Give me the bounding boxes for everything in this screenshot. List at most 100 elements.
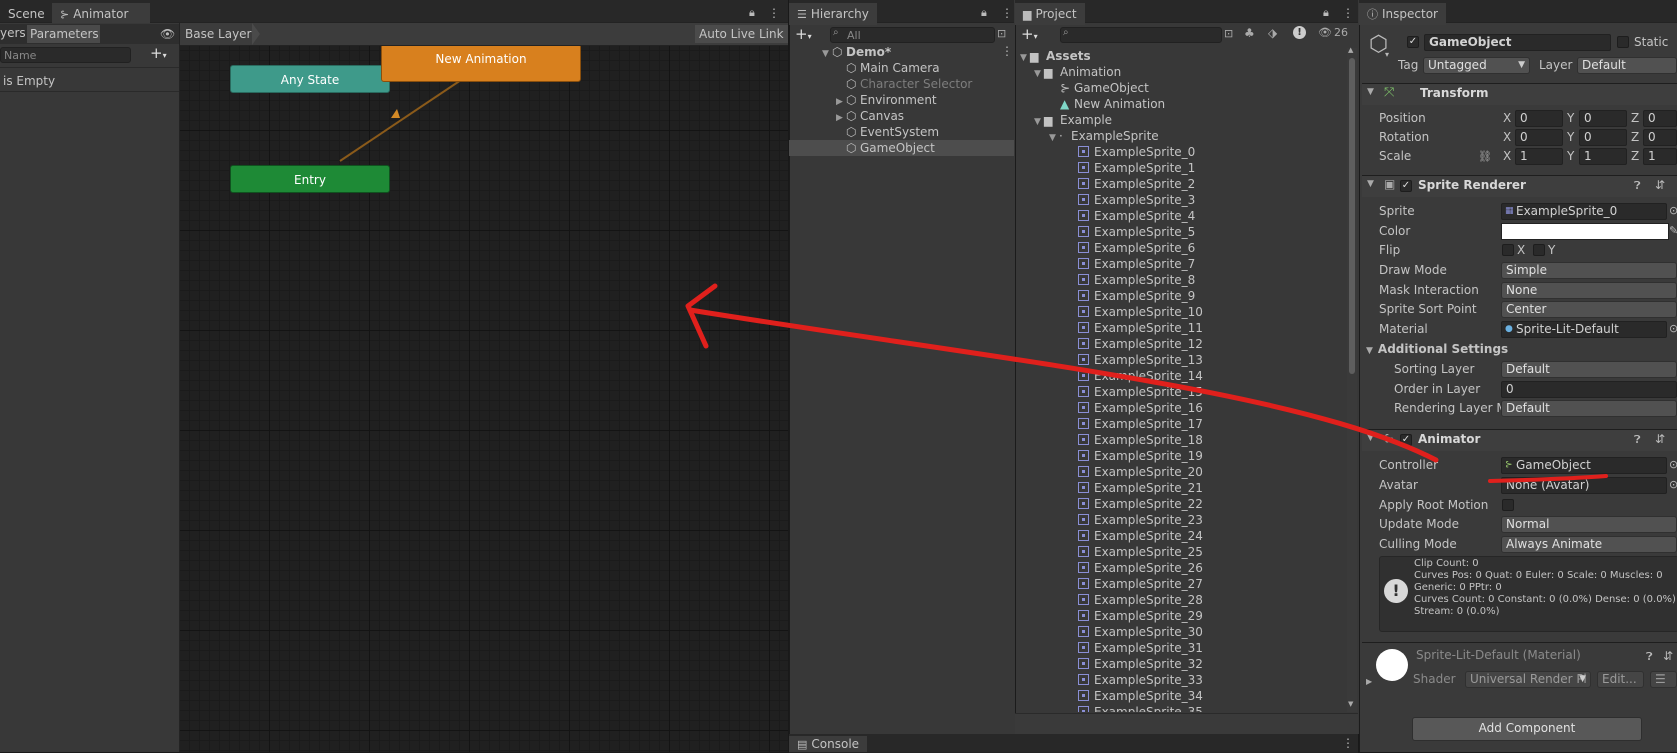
culling-mode-dropdown[interactable]: Always Animate [1501,536,1677,553]
scale-x-axis-label[interactable]: X [1503,149,1511,163]
position-x-axis-label[interactable]: X [1503,111,1511,125]
sprite-list-item[interactable]: ExampleSprite_13 [1015,352,1345,368]
transition-arrow[interactable] [180,46,788,752]
scale-x-field[interactable]: 1 [1515,148,1563,165]
sprite-list-item[interactable]: ExampleSprite_16 [1015,400,1345,416]
lock-icon[interactable]: 🔒︎ [1323,6,1329,20]
hierarchy-item[interactable]: ⬡ Main Camera [789,60,1014,76]
scrollbar-up-icon[interactable]: ▲ [1348,46,1353,54]
entry-node[interactable]: Entry [230,165,390,193]
sprite-list-item[interactable]: ExampleSprite_2 [1015,176,1345,192]
sprite-list-item[interactable]: ExampleSprite_33 [1015,672,1345,688]
sprite-list-item[interactable]: ExampleSprite_19 [1015,448,1345,464]
rendering-layer-dropdown[interactable]: Default [1501,400,1677,417]
rotation-x-axis-label[interactable]: X [1503,130,1511,144]
tree-gameobject-controller[interactable]: ⊱ GameObject [1015,80,1345,96]
sprite-list-item[interactable]: ExampleSprite_28 [1015,592,1345,608]
eye-icon[interactable]: 👁︎ [160,27,175,41]
hierarchy-item[interactable]: ▶ ⬡ Environment [789,92,1014,108]
position-y-axis-label[interactable]: Y [1567,111,1574,125]
position-z-axis-label[interactable]: Z [1631,111,1639,125]
tab-parameters[interactable]: Parameters [27,25,100,43]
help-icon[interactable]: ❓︎ [1634,179,1641,193]
transform-header[interactable]: ▼ ⤧ Transform [1362,83,1677,105]
flip-x-checkbox[interactable] [1502,244,1514,256]
sprite-list-item[interactable]: ExampleSprite_26 [1015,560,1345,576]
color-swatch[interactable] [1501,223,1669,240]
hidden-packages-toggle[interactable]: 👁︎ 26 [1318,26,1348,39]
hierarchy-search-input[interactable]: All [830,27,995,43]
sprite-list-item[interactable]: ExampleSprite_0 [1015,144,1345,160]
more-menu-icon[interactable]: ⋮ [1342,6,1354,20]
sprite-list-item[interactable]: ExampleSprite_1 [1015,160,1345,176]
add-component-button[interactable]: Add Component [1412,717,1642,741]
more-menu-icon[interactable]: ⋮ [768,6,780,20]
help-icon[interactable]: ❓︎ [1634,433,1641,447]
rotation-x-field[interactable]: 0 [1515,129,1563,146]
scale-z-field[interactable]: 1 [1643,148,1677,165]
order-in-layer-field[interactable]: 0 [1501,381,1677,398]
create-button[interactable]: +▾ [795,25,812,43]
constrain-proportions-icon[interactable]: ⛓︎ [1478,150,1492,163]
hierarchy-item[interactable]: ⬡ GameObject [789,140,1014,156]
lock-icon[interactable]: 🔒︎ [981,6,987,20]
object-picker-icon[interactable]: ⊙ [1669,478,1677,491]
sprite-list-item[interactable]: ExampleSprite_30 [1015,624,1345,640]
sprite-list-item[interactable]: ExampleSprite_18 [1015,432,1345,448]
scale-y-axis-label[interactable]: Y [1567,149,1574,163]
lock-icon[interactable]: 🔒︎ [749,6,755,20]
settings-icon[interactable]: ⇵ [1663,649,1673,663]
controller-field[interactable]: ⊱ GameObject [1501,457,1667,474]
flip-y-checkbox[interactable] [1533,244,1545,256]
tree-animation[interactable]: ▼ ▆ Animation [1015,64,1345,80]
hierarchy-item[interactable]: ⬡ Character Selector [789,76,1014,92]
tab-console[interactable]: ▤ Console [789,736,868,752]
scrollbar-down-icon[interactable]: ▼ [1348,700,1353,708]
position-z-field[interactable]: 0 [1643,110,1677,127]
new-animation-node[interactable]: New Animation [381,46,581,82]
sprite-list-item[interactable]: ExampleSprite_15 [1015,384,1345,400]
sprite-list-item[interactable]: ExampleSprite_6 [1015,240,1345,256]
active-checkbox[interactable]: ✓ [1407,36,1419,48]
animator-enabled-checkbox[interactable]: ✓ [1400,434,1412,446]
tree-assets[interactable]: ▼ ▆ Assets [1015,48,1345,64]
icon-dropdown-arrow[interactable]: ▾ [1385,50,1389,59]
sprite-list-item[interactable]: ExampleSprite_4 [1015,208,1345,224]
sprite-list-item[interactable]: ExampleSprite_9 [1015,288,1345,304]
scene-row[interactable]: ▼ ⬡ Demo* [789,44,1014,60]
sprite-field[interactable]: ▦ ExampleSprite_0 [1501,203,1667,220]
sprite-renderer-header[interactable]: ▼ ▣ ✓ Sprite Renderer ❓︎ ⇵ [1362,175,1677,197]
more-menu-icon[interactable]: ⋮ [1342,736,1354,750]
rotation-z-axis-label[interactable]: Z [1631,130,1639,144]
object-picker-icon[interactable]: ⊙ [1669,322,1677,335]
sprite-renderer-enabled-checkbox[interactable]: ✓ [1400,180,1412,192]
sprite-list-item[interactable]: ExampleSprite_32 [1015,656,1345,672]
settings-icon[interactable]: ⇵ [1655,178,1665,192]
sprite-list-item[interactable]: ExampleSprite_14 [1015,368,1345,384]
update-mode-dropdown[interactable]: Normal [1501,516,1677,533]
console-errors-icon[interactable]: ! [1293,26,1306,39]
add-parameter-button[interactable]: +▾ [150,44,167,62]
hierarchy-item[interactable]: ⬡ EventSystem [789,124,1014,140]
collapse-icon[interactable]: ▼ [1367,87,1374,97]
sprite-list-item[interactable]: ExampleSprite_11 [1015,320,1345,336]
sprite-list-item[interactable]: ExampleSprite_24 [1015,528,1345,544]
parameter-search-input[interactable]: Name [0,47,131,63]
scale-y-field[interactable]: 1 [1579,148,1627,165]
search-by-type-icon[interactable]: ⊡ [1224,27,1233,40]
rotation-y-field[interactable]: 0 [1579,129,1627,146]
more-menu-icon[interactable]: ⋮ [1001,6,1013,20]
sprite-list-item[interactable]: ExampleSprite_21 [1015,480,1345,496]
edit-shader-button[interactable]: Edit... [1597,671,1644,688]
sprite-list-item[interactable]: ExampleSprite_17 [1015,416,1345,432]
tree-example[interactable]: ▼ ▆ Example [1015,112,1345,128]
sprite-list-item[interactable]: ExampleSprite_27 [1015,576,1345,592]
sprite-list-item[interactable]: ExampleSprite_22 [1015,496,1345,512]
auto-live-link-button[interactable]: Auto Live Link [695,25,788,43]
animator-graph[interactable]: Any State New Animation Entry [180,46,788,752]
additional-settings-foldout[interactable]: ▼ Additional Settings [1366,342,1508,356]
scale-z-axis-label[interactable]: Z [1631,149,1639,163]
rotation-y-axis-label[interactable]: Y [1567,130,1574,144]
collapse-icon[interactable]: ▼ [1367,433,1374,443]
tree-new-animation[interactable]: ▲ New Animation [1015,96,1345,112]
